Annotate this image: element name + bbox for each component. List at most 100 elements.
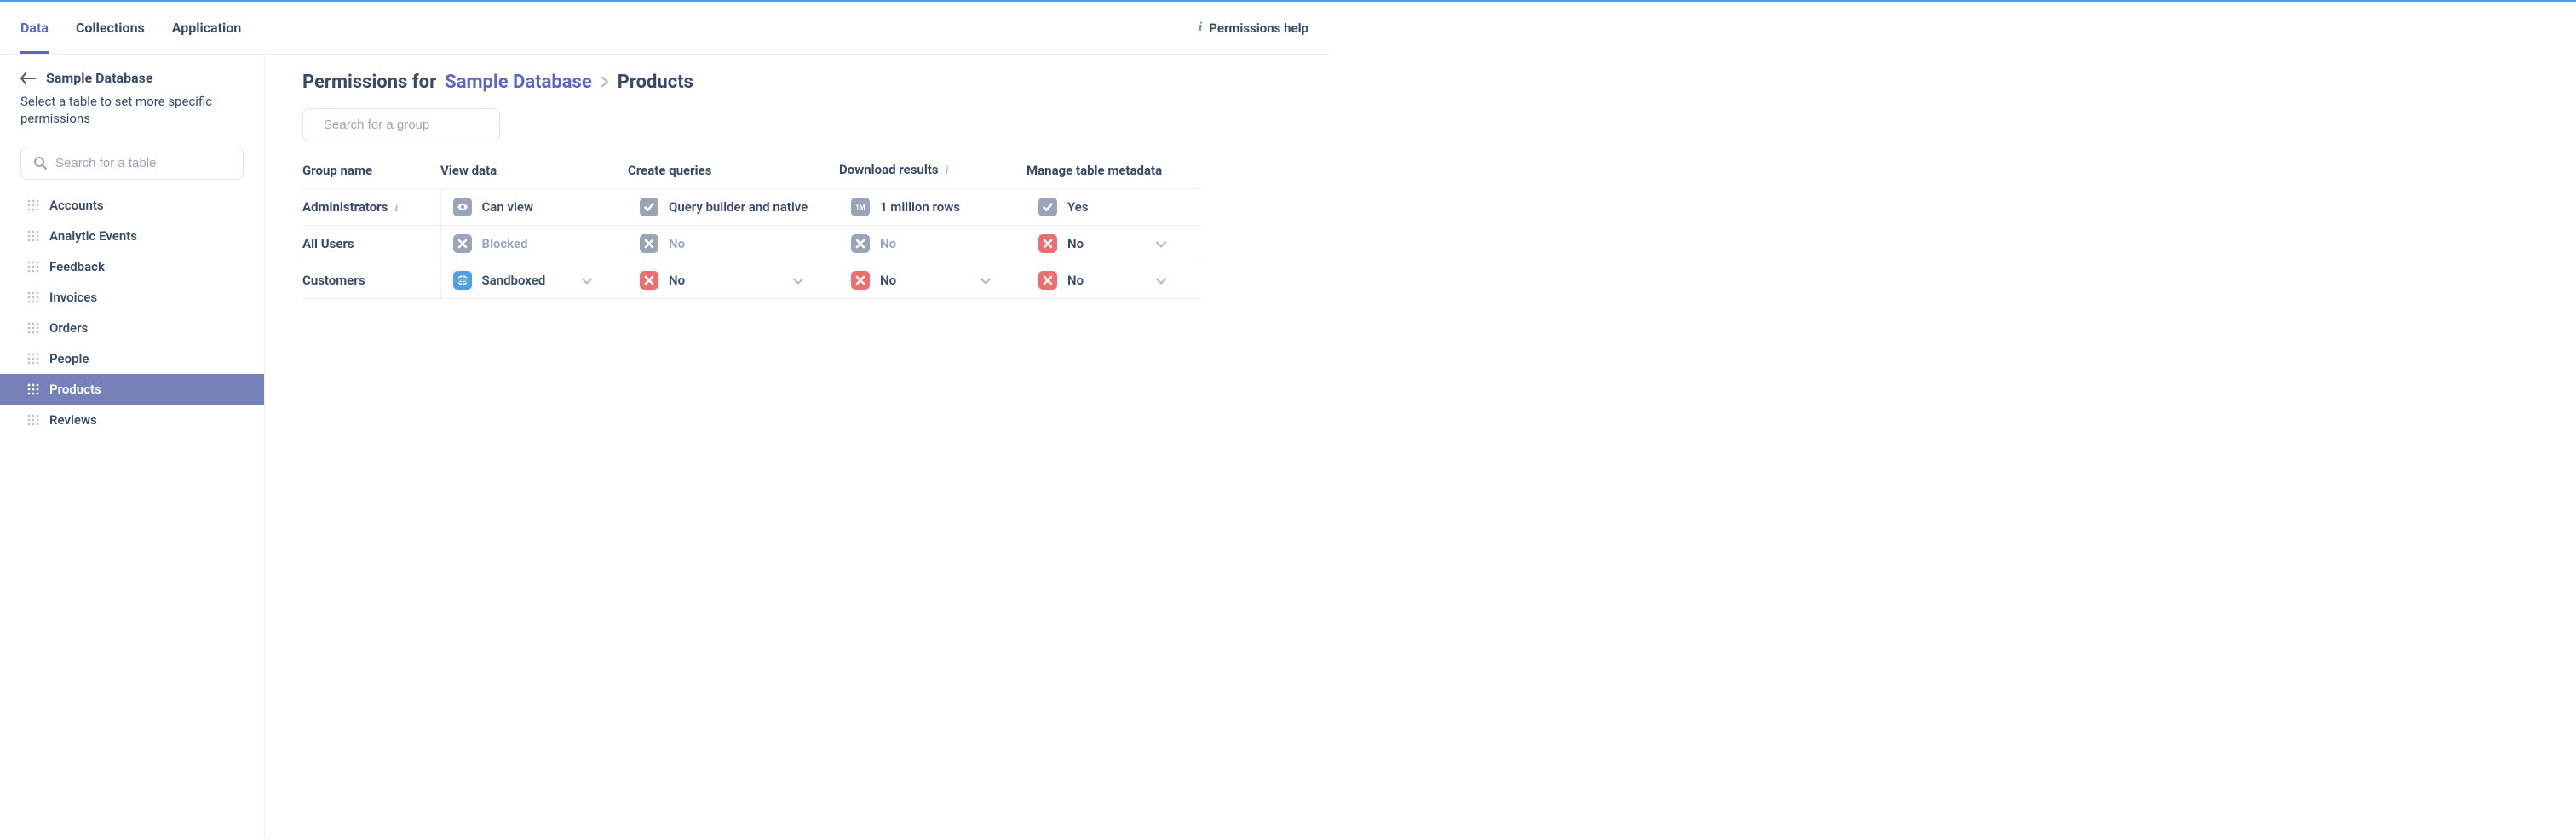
permission-cell: Query builder and native (628, 198, 827, 216)
sidebar-back-button[interactable]: Sample Database (20, 70, 244, 86)
x-icon (1038, 234, 1057, 253)
x-icon (640, 234, 658, 253)
permission-cell[interactable]: No (628, 271, 827, 290)
breadcrumb-prefix: Permissions for (302, 72, 436, 93)
top-nav-tabs: Data Collections Application (20, 3, 241, 53)
chevron-down-icon (793, 273, 803, 288)
permission-value: No (1067, 236, 1084, 251)
chevron-down-icon (1156, 273, 1166, 288)
sidebar-table-item[interactable]: Products (0, 374, 264, 405)
check-icon (1038, 198, 1057, 216)
permission-value: No (669, 236, 685, 251)
chevron-right-icon (601, 72, 609, 93)
sidebar-description: Select a table to set more specific perm… (20, 93, 244, 128)
grip-icon (27, 291, 39, 303)
permission-value: No (669, 273, 685, 288)
column-header-download: Download resultsi (839, 153, 1026, 189)
sidebar-table-item[interactable]: People (0, 343, 264, 374)
sidebar: Sample Database Select a table to set mo… (0, 55, 265, 838)
column-header-query: Create queries (628, 153, 839, 189)
permission-value: Can view (482, 199, 534, 215)
permission-cell: Blocked (441, 234, 617, 253)
grip-icon (27, 230, 39, 242)
column-header-metadata: Manage table metadata (1026, 153, 1202, 189)
check-icon (640, 198, 658, 216)
permission-value: No (880, 236, 896, 251)
table-item-label: Reviews (49, 412, 97, 428)
table-search-box[interactable] (20, 147, 244, 180)
permission-value: 1 million rows (880, 199, 960, 215)
permission-value: Query builder and native (669, 199, 808, 215)
permission-value: Sandboxed (482, 273, 546, 288)
tab-data[interactable]: Data (20, 3, 49, 53)
breadcrumb-database-link[interactable]: Sample Database (445, 72, 592, 93)
permission-cell: Yes (1026, 198, 1190, 216)
table-item-label: Invoices (49, 290, 97, 305)
x-icon (851, 234, 870, 253)
permission-value: Yes (1067, 199, 1089, 215)
grip-icon (27, 322, 39, 334)
permissions-table: Group name View data Create queries Down… (302, 153, 1202, 299)
sidebar-table-item[interactable]: Reviews (0, 405, 264, 435)
grip-icon (27, 414, 39, 426)
table-search-input[interactable] (55, 156, 231, 170)
group-name-cell: Administratorsi (302, 189, 440, 226)
grip-icon (27, 383, 39, 395)
chevron-down-icon (980, 273, 991, 288)
sidebar-table-item[interactable]: Accounts (0, 190, 264, 221)
permission-value: No (1067, 273, 1084, 288)
table-row: Administratorsi Can view Query builder and… (302, 189, 1202, 226)
table-list: Accounts Analytic Events Feedback Invoices O… (0, 190, 264, 435)
info-icon[interactable]: i (394, 202, 398, 215)
table-item-label: Orders (49, 320, 88, 336)
x-icon (640, 271, 658, 290)
permissions-help-label: Permissions help (1209, 20, 1308, 36)
permission-value: Blocked (482, 236, 528, 251)
1m-icon: 1M (851, 198, 870, 216)
permission-cell: Can view (441, 198, 617, 216)
group-name-cell: Customers (302, 262, 440, 299)
group-search-box[interactable] (302, 108, 500, 141)
chevron-down-icon (582, 273, 592, 288)
info-icon: i (1199, 20, 1202, 35)
table-row: All Users Blocked No No No (302, 226, 1202, 262)
search-icon (33, 156, 47, 170)
sidebar-table-item[interactable]: Invoices (0, 282, 264, 313)
permission-cell[interactable]: No (1026, 234, 1190, 253)
info-icon[interactable]: i (946, 164, 949, 177)
x-icon (851, 271, 870, 290)
permissions-help-link[interactable]: i Permissions help (1199, 20, 1308, 36)
tab-application[interactable]: Application (172, 3, 242, 53)
sandbox-icon (453, 271, 472, 290)
table-item-label: Analytic Events (49, 228, 137, 244)
sidebar-back-label: Sample Database (46, 70, 152, 86)
table-row: Customers Sandboxed No No No (302, 262, 1202, 299)
chevron-down-icon (1156, 236, 1166, 251)
permission-value: No (880, 273, 896, 288)
breadcrumb-current: Products (618, 72, 693, 93)
grip-icon (27, 199, 39, 211)
sidebar-table-item[interactable]: Orders (0, 313, 264, 343)
table-item-label: Products (49, 382, 101, 397)
permission-cell[interactable]: No (1026, 271, 1190, 290)
table-item-label: Feedback (49, 259, 105, 274)
permission-cell: No (839, 234, 1015, 253)
sidebar-table-item[interactable]: Feedback (0, 251, 264, 282)
column-header-view: View data (440, 153, 628, 189)
group-search-input[interactable] (324, 118, 493, 132)
permission-cell: No (628, 234, 827, 253)
eye-icon (453, 198, 472, 216)
sidebar-table-item[interactable]: Analytic Events (0, 221, 264, 251)
tab-collections[interactable]: Collections (76, 3, 145, 53)
permission-cell[interactable]: No (839, 271, 1015, 290)
group-name-cell: All Users (302, 226, 440, 262)
top-nav: Data Collections Application i Permissio… (0, 2, 1329, 55)
arrow-left-icon (20, 72, 36, 84)
table-item-label: People (49, 351, 89, 366)
main-content: Permissions for Sample Database Products… (265, 55, 1329, 838)
permission-cell[interactable]: Sandboxed (441, 271, 617, 290)
table-item-label: Accounts (49, 198, 104, 213)
grip-icon (27, 261, 39, 273)
permission-cell: 1M 1 million rows (839, 198, 1015, 216)
column-header-group: Group name (302, 153, 440, 189)
